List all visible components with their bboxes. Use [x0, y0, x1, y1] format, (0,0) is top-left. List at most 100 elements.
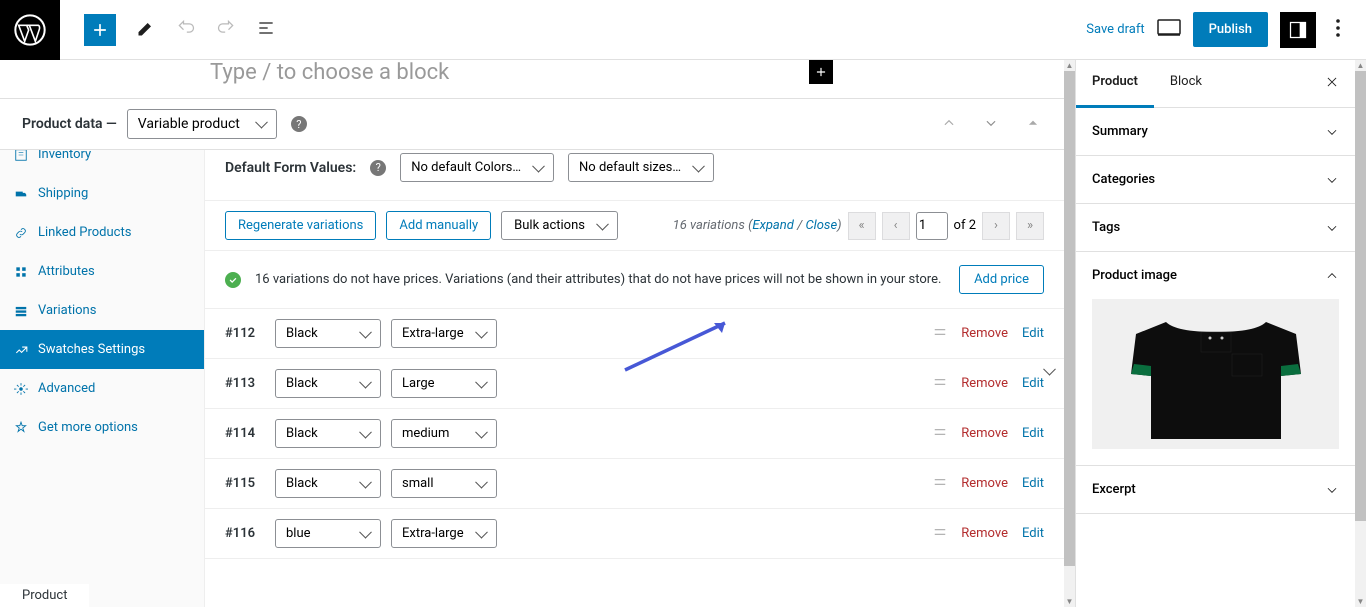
publish-button[interactable]: Publish [1193, 12, 1268, 47]
move-down-icon[interactable] [984, 115, 998, 134]
page-select[interactable]: 1 [916, 212, 948, 240]
regenerate-variations-button[interactable]: Regenerate variations [225, 211, 376, 240]
close-sidebar-icon[interactable] [1309, 60, 1355, 107]
add-block-button[interactable] [84, 14, 116, 46]
tab-block[interactable]: Block [1154, 60, 1218, 107]
scroll-up-icon[interactable]: ▲ [1064, 60, 1075, 71]
panel-arrows [942, 115, 1064, 134]
panel-header-tags[interactable]: Tags [1076, 204, 1355, 251]
remove-variation-link[interactable]: Remove [961, 526, 1008, 541]
settings-sidebar: Product Block Summary Categories Tags [1075, 60, 1355, 607]
variations-toolbar: Regenerate variations Add manually Bulk … [205, 201, 1064, 251]
expand-link[interactable]: Expand [752, 218, 793, 233]
variation-size-select[interactable]: medium [391, 419, 497, 448]
edit-variation-link[interactable]: Edit [1022, 526, 1044, 541]
variation-color-select[interactable]: blue [275, 519, 381, 548]
variation-row[interactable]: #113 Black Large Remove Edit [205, 359, 1064, 409]
collapse-up-icon[interactable] [1026, 115, 1040, 134]
panel-excerpt: Excerpt [1076, 466, 1355, 514]
redo-icon[interactable] [216, 18, 236, 42]
panel-header-product-image[interactable]: Product image [1076, 252, 1355, 299]
page-scrollbar-thumb[interactable] [1355, 71, 1366, 521]
remove-variation-link[interactable]: Remove [961, 326, 1008, 341]
variation-actions: Remove Edit [933, 475, 1044, 493]
preview-icon[interactable] [1157, 19, 1181, 41]
help-icon[interactable]: ? [291, 116, 307, 132]
variation-size-select[interactable]: Large [391, 369, 497, 398]
page-scrollbar-track[interactable]: ▲ ▼ [1355, 60, 1366, 607]
tab-linked-products[interactable]: Linked Products [0, 213, 204, 252]
edit-variation-link[interactable]: Edit [1022, 426, 1044, 441]
top-bar: Save draft Publish [0, 0, 1366, 60]
variation-color-select[interactable]: Black [275, 469, 381, 498]
remove-variation-link[interactable]: Remove [961, 476, 1008, 491]
product-type-select[interactable]: Variable product [127, 109, 277, 139]
drag-handle-icon[interactable] [933, 425, 947, 443]
tab-product[interactable]: Product [1076, 60, 1154, 108]
add-block-inline-button[interactable] [809, 60, 833, 84]
scroll-up-icon[interactable]: ▲ [1355, 60, 1366, 71]
bulk-actions-select[interactable]: Bulk actions [501, 211, 618, 240]
tab-label: Variations [38, 303, 96, 318]
footer-breadcrumb[interactable]: Product [0, 584, 89, 607]
main-area: Type / to choose a block Product data — … [0, 60, 1366, 607]
first-page-button[interactable]: « [848, 212, 876, 240]
scroll-down-icon[interactable]: ▼ [1064, 596, 1075, 607]
drag-handle-icon[interactable] [933, 375, 947, 393]
variations-list: #112 Black Extra-large Remove Edit #113 … [205, 309, 1064, 559]
tab-label: Linked Products [38, 225, 131, 240]
drag-handle-icon[interactable] [933, 525, 947, 543]
variation-color-select[interactable]: Black [275, 419, 381, 448]
next-page-button[interactable]: › [982, 212, 1010, 240]
editor-scrollbar-track[interactable]: ▲ ▼ [1064, 60, 1075, 607]
edit-icon[interactable] [136, 18, 156, 42]
settings-sidebar-toggle[interactable] [1280, 12, 1316, 48]
edit-variation-link[interactable]: Edit [1022, 376, 1044, 391]
variation-row[interactable]: #115 Black small Remove Edit [205, 459, 1064, 509]
remove-variation-link[interactable]: Remove [961, 426, 1008, 441]
wordpress-logo[interactable] [0, 0, 60, 60]
panel-header-categories[interactable]: Categories [1076, 156, 1355, 203]
edit-variation-link[interactable]: Edit [1022, 476, 1044, 491]
variation-row[interactable]: #112 Black Extra-large Remove Edit [205, 309, 1064, 359]
chevron-down-icon [1325, 173, 1339, 187]
save-draft-button[interactable]: Save draft [1086, 22, 1144, 37]
drag-handle-icon[interactable] [933, 475, 947, 493]
add-price-button[interactable]: Add price [959, 265, 1044, 294]
remove-variation-link[interactable]: Remove [961, 376, 1008, 391]
variation-size-select[interactable]: Extra-large [391, 519, 497, 548]
tab-advanced[interactable]: Advanced [0, 369, 204, 408]
default-form-label: Default Form Values: [225, 160, 356, 176]
edit-variation-link[interactable]: Edit [1022, 326, 1044, 341]
tab-shipping[interactable]: Shipping [0, 174, 204, 213]
variation-color-select[interactable]: Black [275, 319, 381, 348]
panel-header-excerpt[interactable]: Excerpt [1076, 466, 1355, 513]
editor-scrollbar-thumb[interactable] [1064, 71, 1075, 566]
add-manually-button[interactable]: Add manually [386, 211, 491, 240]
undo-icon[interactable] [176, 18, 196, 42]
help-icon[interactable]: ? [370, 160, 386, 176]
variation-row[interactable]: #116 blue Extra-large Remove Edit [205, 509, 1064, 559]
tab-variations[interactable]: Variations [0, 291, 204, 330]
variation-size-select[interactable]: Extra-large [391, 319, 497, 348]
variation-color-select[interactable]: Black [275, 369, 381, 398]
document-outline-icon[interactable] [256, 18, 276, 42]
tab-label: Advanced [38, 381, 95, 396]
drag-handle-icon[interactable] [933, 325, 947, 343]
variation-row[interactable]: #114 Black medium Remove Edit [205, 409, 1064, 459]
default-sizes-select[interactable]: No default sizes… [568, 153, 714, 182]
tab-swatches-settings[interactable]: Swatches Settings [0, 330, 204, 369]
tab-get-more-options[interactable]: Get more options [0, 408, 204, 447]
more-options-icon[interactable] [1328, 19, 1348, 41]
prev-page-button[interactable]: ‹ [882, 212, 910, 240]
close-link[interactable]: Close [805, 218, 837, 233]
panel-header-summary[interactable]: Summary [1076, 108, 1355, 155]
tab-label: Get more options [38, 420, 138, 435]
move-up-icon[interactable] [942, 115, 956, 134]
last-page-button[interactable]: » [1016, 212, 1044, 240]
scroll-down-icon[interactable]: ▼ [1355, 596, 1366, 607]
variation-size-select[interactable]: small [391, 469, 497, 498]
default-colors-select[interactable]: No default Colors… [400, 153, 554, 182]
tab-attributes[interactable]: Attributes [0, 252, 204, 291]
product-image-preview[interactable] [1092, 299, 1339, 449]
